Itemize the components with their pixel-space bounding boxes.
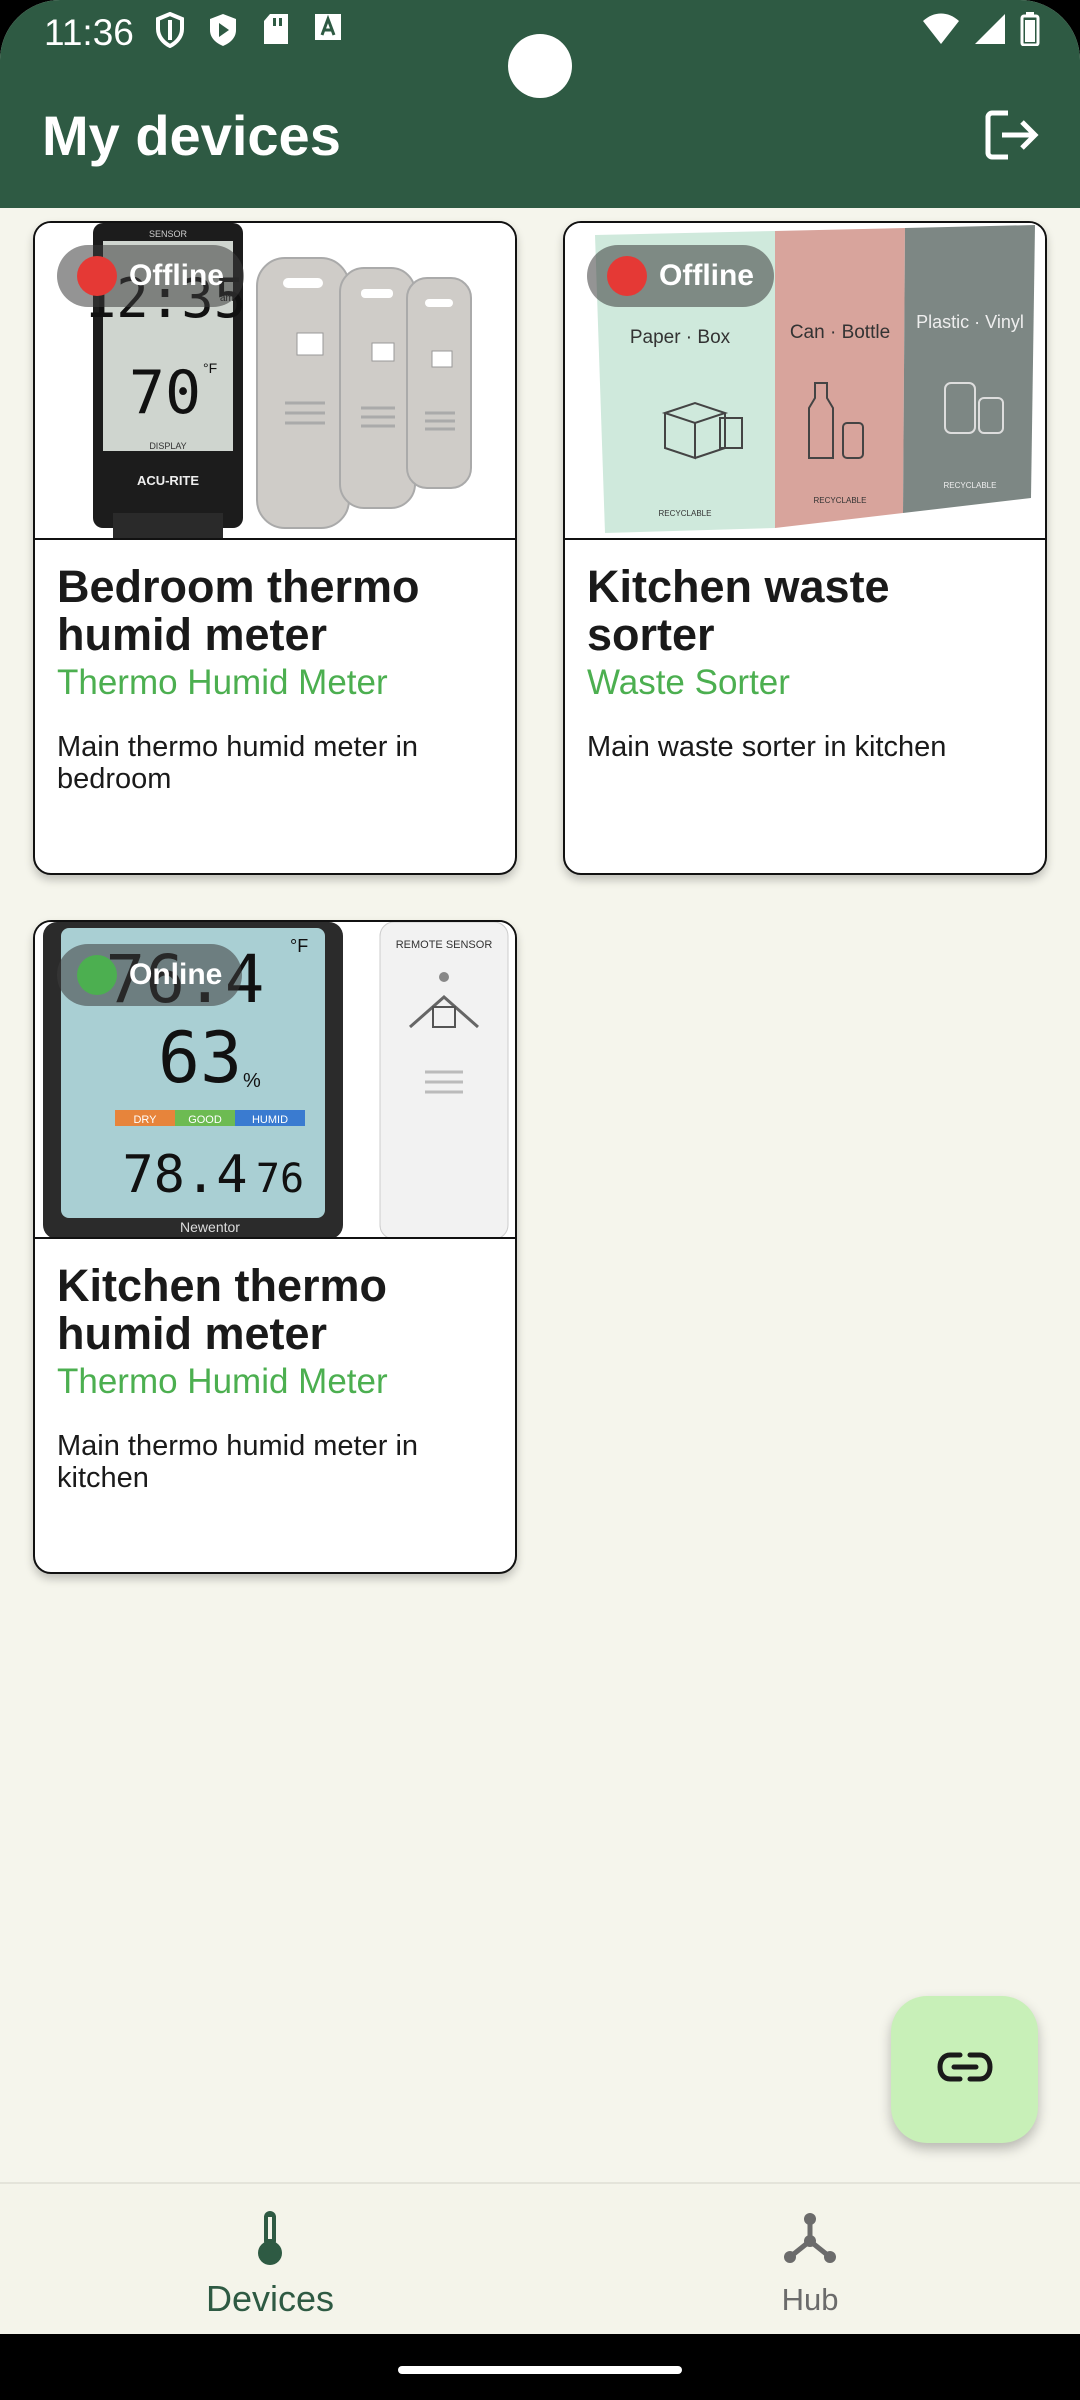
svg-text:RECYCLABLE: RECYCLABLE xyxy=(814,496,867,505)
svg-text:DRY: DRY xyxy=(133,1114,157,1126)
svg-text:DISPLAY: DISPLAY xyxy=(149,441,186,451)
status-dot-online xyxy=(77,955,117,995)
device-type: Waste Sorter xyxy=(587,663,790,702)
bottom-navigation: Devices Hub xyxy=(0,2182,1080,2336)
nav-label-devices: Devices xyxy=(205,2278,335,2319)
svg-text:Can · Bottle: Can · Bottle xyxy=(790,322,890,343)
device-type: Thermo Humid Meter xyxy=(57,663,388,702)
svg-text:RECYCLABLE: RECYCLABLE xyxy=(944,481,997,490)
device-description: Main thermo humid meter in kitchen xyxy=(57,1430,419,1494)
battery-icon xyxy=(1020,12,1040,51)
status-badge: Online xyxy=(57,944,243,1006)
svg-text:REMOTE SENSOR: REMOTE SENSOR xyxy=(396,939,493,951)
device-title: Kitchen waste sorter xyxy=(587,561,890,660)
svg-text:70: 70 xyxy=(129,358,201,428)
logout-icon xyxy=(984,109,1040,166)
svg-text:Paper · Box: Paper · Box xyxy=(630,327,731,348)
nav-item-devices[interactable]: Devices xyxy=(0,2184,540,2336)
status-dot-offline xyxy=(77,256,117,296)
svg-text:%: % xyxy=(243,1070,261,1092)
device-card-bedroom-thermo[interactable]: SENSOR 12:35 am 70 °F DISPLAY ACU-RITE xyxy=(33,221,517,875)
svg-text:GOOD: GOOD xyxy=(188,1114,222,1126)
wifi-icon xyxy=(922,13,960,50)
svg-text:RECYCLABLE: RECYCLABLE xyxy=(659,509,712,518)
svg-text:°F: °F xyxy=(203,360,217,376)
svg-text:Plastic · Vinyl: Plastic · Vinyl xyxy=(916,312,1024,332)
svg-text:78.4: 78.4 xyxy=(122,1145,247,1205)
nav-label-hub: Hub xyxy=(781,2282,839,2317)
status-label: Offline xyxy=(659,259,754,292)
app-bar: 11:36 My devices xyxy=(0,0,1080,208)
device-title: Bedroom thermo humid meter xyxy=(57,561,420,660)
signal-icon xyxy=(974,13,1006,50)
play-protect-icon xyxy=(207,12,239,53)
home-indicator[interactable] xyxy=(398,2366,682,2374)
device-card-kitchen-thermo[interactable]: 76.4 °F 63 % DRY GOOD HUMID 78.4 76 Newe… xyxy=(33,920,517,1574)
shield-icon xyxy=(155,11,185,53)
device-description: Main thermo humid meter in bedroom xyxy=(57,731,419,795)
status-label: Online xyxy=(129,958,223,991)
device-description: Main waste sorter in kitchen xyxy=(587,731,947,763)
thermometer-icon xyxy=(240,2208,300,2268)
status-badge: Offline xyxy=(587,245,774,307)
status-icons-left xyxy=(155,11,343,53)
svg-text:76: 76 xyxy=(256,1156,304,1202)
camera-cutout xyxy=(508,34,572,98)
page-title: My devices xyxy=(42,104,341,167)
svg-text:°F: °F xyxy=(290,936,308,956)
status-label: Offline xyxy=(129,259,224,292)
screen: 11:36 My devices SENSOR 70 °F DISPLAY AC… xyxy=(0,0,1080,2400)
device-type: Thermo Humid Meter xyxy=(57,1362,388,1401)
hub-icon xyxy=(780,2208,840,2268)
sd-card-icon xyxy=(261,12,291,53)
svg-text:63: 63 xyxy=(158,1017,242,1099)
device-title: Kitchen thermo humid meter xyxy=(57,1260,388,1359)
status-badge: Offline xyxy=(57,245,244,307)
svg-text:SENSOR: SENSOR xyxy=(149,229,188,239)
status-dot-offline xyxy=(607,256,647,296)
nav-item-hub[interactable]: Hub xyxy=(540,2184,1080,2336)
status-time: 11:36 xyxy=(44,12,134,53)
keyboard-a-icon xyxy=(313,12,343,53)
logout-button[interactable] xyxy=(980,105,1044,169)
status-icons-right xyxy=(922,12,1040,51)
device-card-kitchen-waste-sorter[interactable]: Paper · Box Can · Bottle Plastic · Vinyl… xyxy=(563,221,1047,875)
svg-text:Newentor: Newentor xyxy=(180,1219,240,1235)
svg-text:ACU-RITE: ACU-RITE xyxy=(137,473,199,488)
link-hub-fab-button[interactable] xyxy=(891,1996,1038,2143)
link-icon xyxy=(936,2050,994,2089)
svg-text:HUMID: HUMID xyxy=(252,1114,288,1126)
